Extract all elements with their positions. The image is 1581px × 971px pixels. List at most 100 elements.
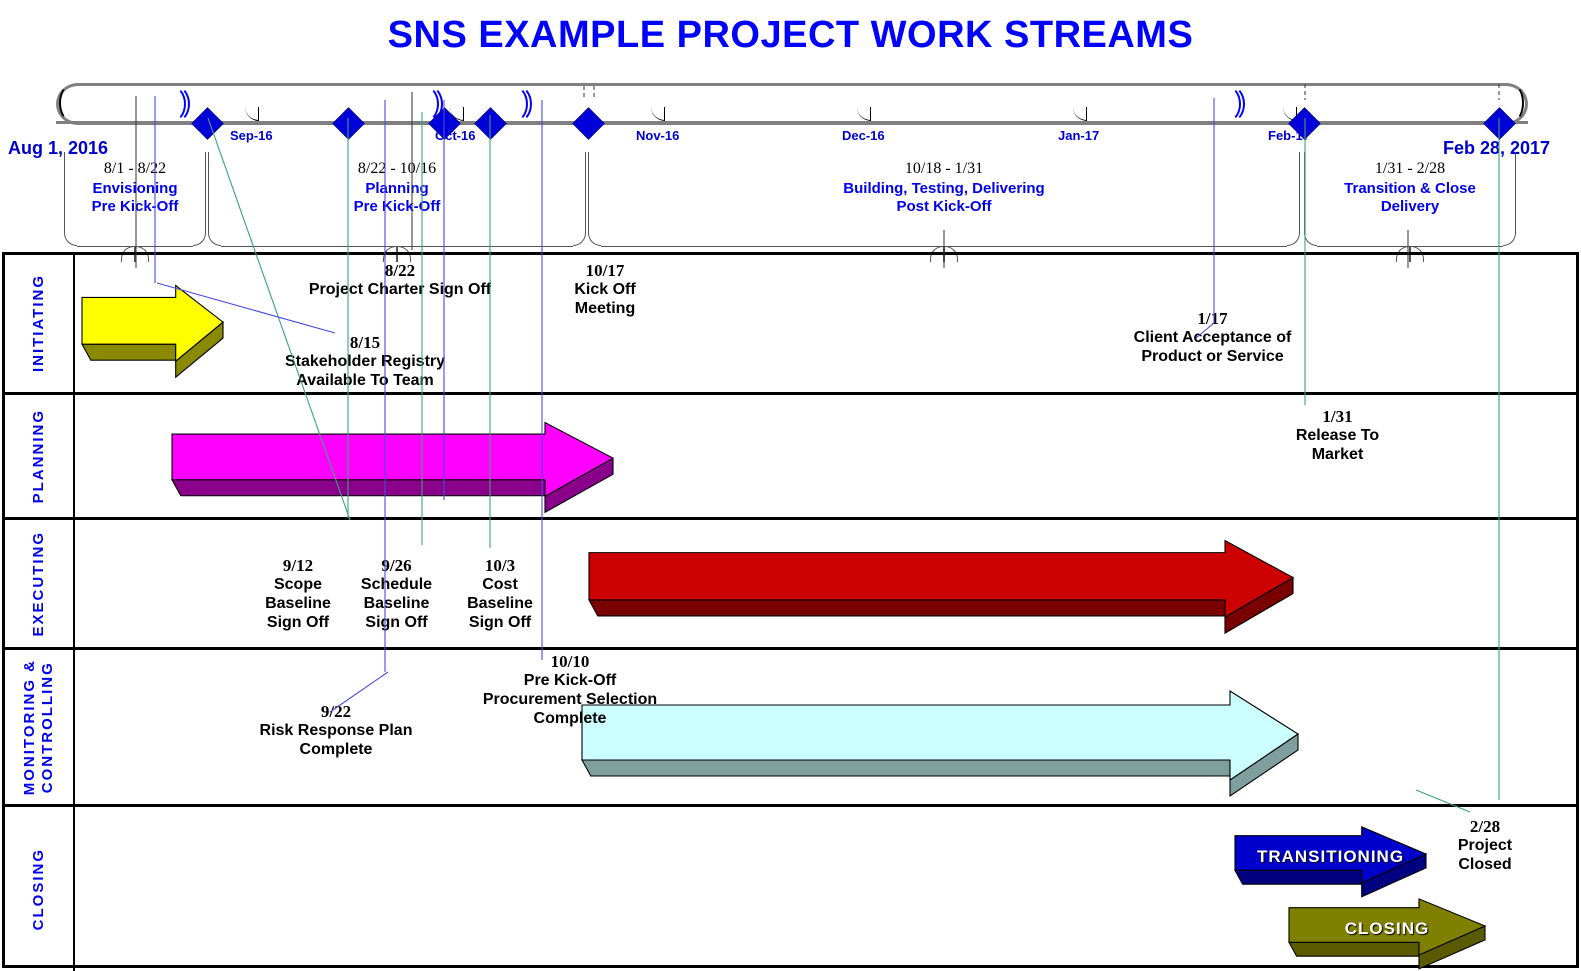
milestone-text: Baseline xyxy=(467,595,533,612)
transitioning-arrow[interactable]: TRANSITIONING xyxy=(1233,825,1428,904)
phase-name-0: Envisioning Pre Kick-Off xyxy=(91,180,179,215)
milestone-date: 10/17 xyxy=(585,261,625,280)
swimlane-body-closing: TRANSITIONING CLOSING 2/28 Project Closed xyxy=(75,807,1576,971)
swimlane-label-text-planning: PLANNING xyxy=(30,408,47,504)
phase-bracket-1: 8/22 - 10/16 Planning Pre Kick-Off xyxy=(208,152,586,262)
milestone-callout-monitoring-1: 10/10 Pre Kick-Off Procurement Selection Co… xyxy=(445,652,695,728)
timeline-left-cap-icon xyxy=(59,85,81,121)
swimlane-label-text-initiating: INITIATING xyxy=(30,274,47,373)
initiating-arrow[interactable] xyxy=(80,283,225,386)
phase-dates-3: 1/31 - 2/28 xyxy=(1374,160,1446,177)
milestone-date: 1/17 xyxy=(1197,309,1228,328)
page-title: SNS EXAMPLE PROJECT WORK STREAMS xyxy=(387,14,1194,56)
phase-bracket-3: 1/31 - 2/28 Transition & Close Delivery xyxy=(1304,152,1516,262)
phase-arc-icon-3 xyxy=(1211,85,1245,123)
milestone-text: Baseline xyxy=(265,595,331,612)
milestone-callout-initiating-2: 10/17 Kick Off Meeting xyxy=(545,261,665,318)
swimlane-executing: EXECUTING 9/12 Scope Baseline Sign Off 9/26 S… xyxy=(5,520,1576,650)
swimlane-planning: PLANNING 1/31 Release To Market xyxy=(5,395,1576,520)
milestone-text: Project Charter Sign Off xyxy=(308,281,492,298)
phase-name-1: Planning Pre Kick-Off xyxy=(353,180,441,215)
month-label-nov-16: Nov-16 xyxy=(636,128,680,143)
swimlane-initiating: INITIATING 8/22 Project Charter Sign Off 8… xyxy=(5,255,1576,395)
phase-dates-0: 8/1 - 8/22 xyxy=(103,160,167,177)
phase-dates-1: 8/22 - 10/16 xyxy=(357,160,437,177)
phase-name-2: Building, Testing, Delivering Post Kick-O… xyxy=(843,180,1045,215)
planning-arrow[interactable] xyxy=(170,420,615,517)
swimlane-label-initiating: INITIATING xyxy=(5,255,75,392)
milestone-date: 9/26 xyxy=(381,556,412,575)
swimlane-monitoring: MONITORING & CONTROLLING 9/22 Risk Respons… xyxy=(5,650,1576,807)
milestone-text: Sign Off xyxy=(266,614,330,631)
milestone-text: Product or Service xyxy=(1141,348,1284,365)
swimlane-body-planning: 1/31 Release To Market xyxy=(75,395,1576,517)
milestone-text: Release To xyxy=(1295,427,1380,444)
milestone-date: 9/12 xyxy=(282,556,314,575)
milestone-text: Closed xyxy=(1458,856,1512,873)
swimlane-label-text-executing: EXECUTING xyxy=(30,530,47,637)
phase-bracket-2: 10/18 - 1/31 Building, Testing, Deliverin… xyxy=(588,152,1300,262)
phase-arc-icon-0 xyxy=(156,85,190,123)
phase-bracket-0: 8/1 - 8/22 Envisioning Pre Kick-Off xyxy=(64,152,206,262)
milestone-callout-executing-1: 9/26 Schedule Baseline Sign Off xyxy=(348,556,445,632)
month-label-sep-16: Sep-16 xyxy=(230,128,273,143)
milestone-text: Procurement Selection xyxy=(482,691,658,708)
milestone-callout-executing-0: 9/12 Scope Baseline Sign Off xyxy=(252,556,344,632)
bracket-corner-left xyxy=(64,230,77,246)
milestone-text: Risk Response Plan xyxy=(259,722,413,739)
milestone-text: Complete xyxy=(533,710,607,727)
milestone-callout-initiating-0: 8/22 Project Charter Sign Off xyxy=(255,261,545,299)
milestone-date: 10/3 xyxy=(484,556,516,575)
milestone-callout-initiating-1: 8/15 Stakeholder Registry Available To Tea… xyxy=(235,333,495,390)
milestone-text: Market xyxy=(1311,446,1364,463)
swimlane-label-planning: PLANNING xyxy=(5,395,75,517)
milestone-callout-initiating-3: 1/17 Client Acceptance of Product or Servi… xyxy=(1085,309,1340,366)
milestone-callout-closing-0: 2/28 Project Closed xyxy=(1430,817,1540,874)
milestone-text: Schedule xyxy=(360,576,433,593)
month-label-dec-16: Dec-16 xyxy=(842,128,885,143)
swimlane-body-executing: 9/12 Scope Baseline Sign Off 9/26 Schedule Bas… xyxy=(75,520,1576,647)
milestone-text: Sign Off xyxy=(468,614,532,631)
month-label-jan-17: Jan-17 xyxy=(1058,128,1100,143)
milestone-callout-monitoring-0: 9/22 Risk Response Plan Complete xyxy=(220,702,452,759)
milestone-date: 10/10 xyxy=(550,652,590,671)
bracket-corner-right xyxy=(573,230,586,246)
milestone-date: 9/22 xyxy=(320,702,352,721)
timeline-band xyxy=(56,83,1528,140)
month-label-feb-17: Feb-17 xyxy=(1268,128,1310,143)
swimlane-label-text-monitoring: MONITORING & CONTROLLING xyxy=(21,658,56,796)
phase-bracket-band: 8/1 - 8/22 Envisioning Pre Kick-Off 8/22 - … xyxy=(56,152,1528,262)
milestone-date: 1/31 xyxy=(1322,407,1353,426)
milestone-text: Complete xyxy=(299,741,373,758)
workstream-grid: INITIATING 8/22 Project Charter Sign Off 8… xyxy=(2,252,1579,971)
milestone-text: Project xyxy=(1457,837,1513,854)
bracket-corner-right xyxy=(193,230,206,246)
swimlane-label-executing: EXECUTING xyxy=(5,520,75,647)
milestone-text: Baseline xyxy=(363,595,430,612)
milestone-text: Kick Off xyxy=(574,281,636,298)
swimlane-label-monitoring: MONITORING & CONTROLLING xyxy=(5,650,75,804)
milestone-text: Cost xyxy=(482,576,518,593)
swimlane-body-monitoring: 9/22 Risk Response Plan Complete 10/10 Pre K… xyxy=(75,650,1576,804)
swimlane-closing: CLOSING TRANSITIONING CLOSING 2/28 Project… xyxy=(5,807,1576,971)
milestone-text: Pre Kick-Off xyxy=(523,672,617,689)
executing-arrow[interactable] xyxy=(587,538,1295,642)
milestone-text: Sign Off xyxy=(365,614,428,631)
bracket-corner-right xyxy=(1287,230,1300,246)
milestone-callout-planning-0: 1/31 Release To Market xyxy=(1250,407,1425,464)
phase-name-3: Transition & Close Delivery xyxy=(1344,180,1476,215)
bracket-corner-right xyxy=(1503,230,1516,246)
phase-dates-2: 10/18 - 1/31 xyxy=(904,160,984,177)
milestone-date: 8/15 xyxy=(349,333,381,352)
milestone-text: Scope xyxy=(273,576,322,593)
swimlane-body-initiating: 8/22 Project Charter Sign Off 8/15 Stakehol… xyxy=(75,255,1576,392)
phase-arc-icon-2 xyxy=(498,85,532,123)
swimlane-label-closing: CLOSING xyxy=(5,807,75,971)
swimlane-label-text-closing: CLOSING xyxy=(30,847,47,931)
milestone-date: 2/28 xyxy=(1469,817,1501,836)
bracket-corner-left xyxy=(588,230,601,246)
milestone-text: Meeting xyxy=(574,300,636,317)
bracket-corner-left xyxy=(208,230,221,246)
milestone-date: 8/22 xyxy=(384,261,416,280)
closing-arrow[interactable]: CLOSING xyxy=(1287,897,1487,971)
